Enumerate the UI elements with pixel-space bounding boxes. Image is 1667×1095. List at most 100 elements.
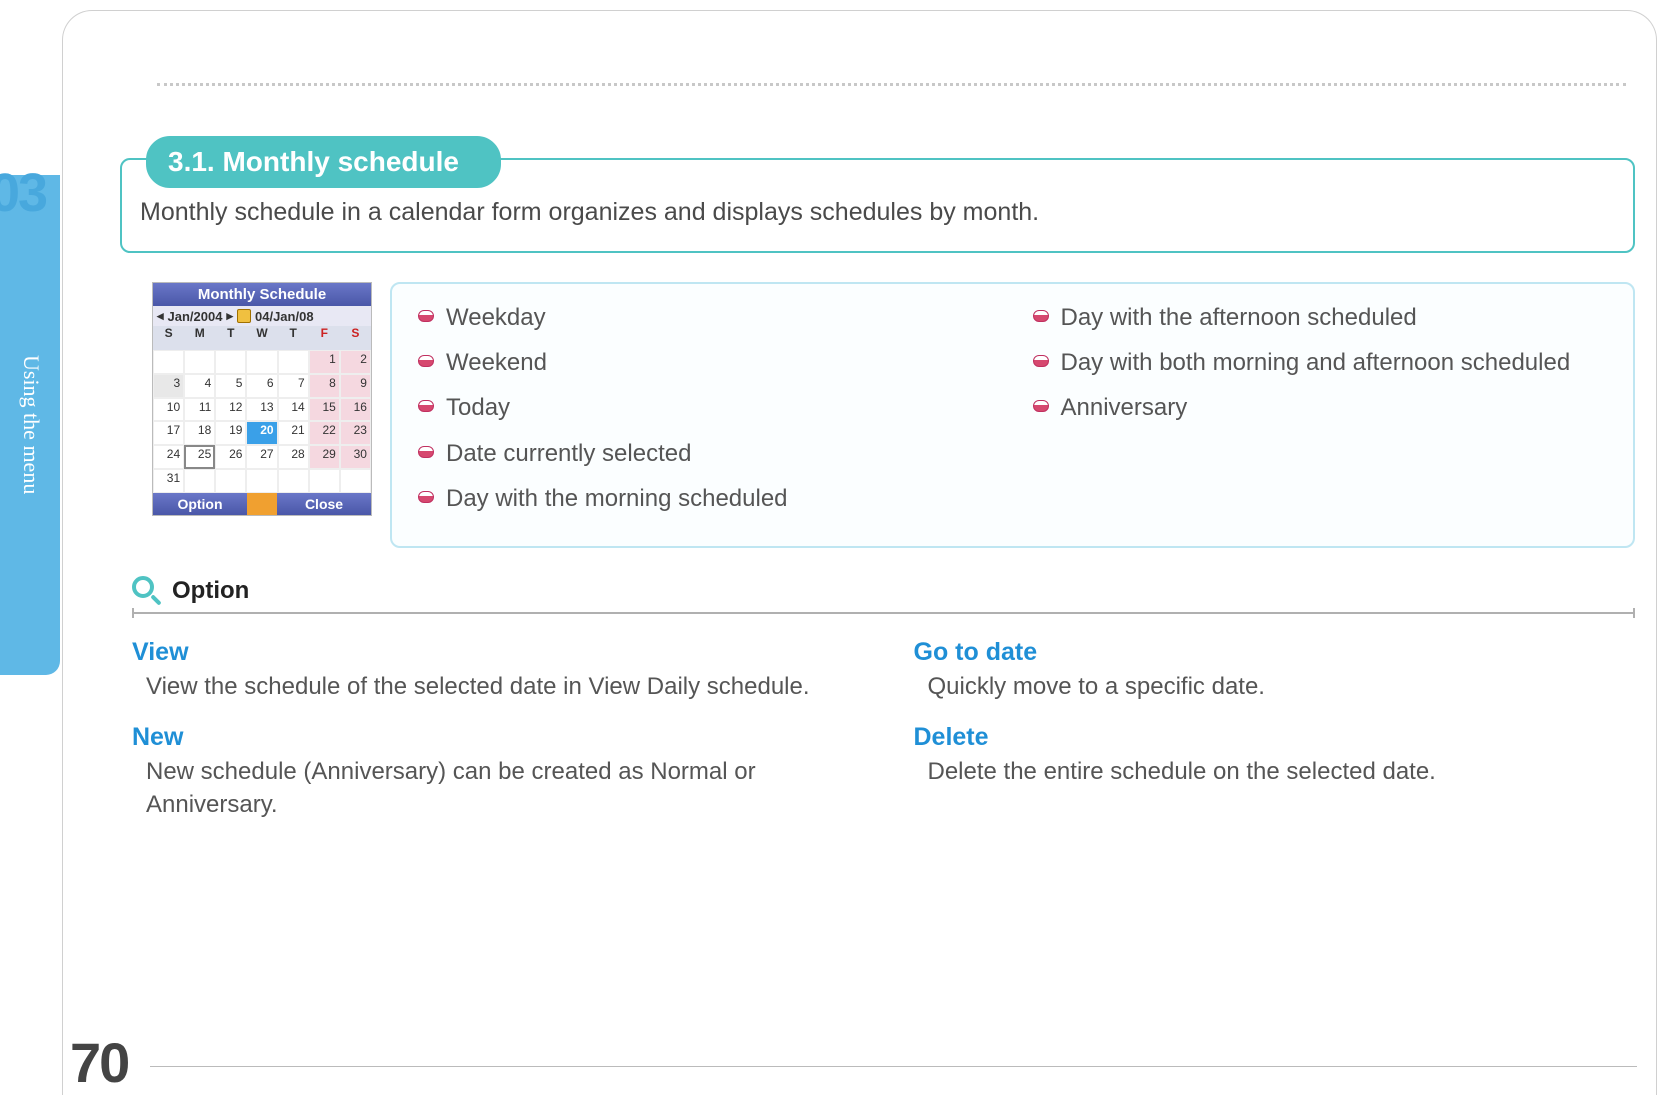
option-item-title: View (132, 638, 854, 667)
cal-cell: 2 (340, 350, 371, 374)
cal-cell-selected: 20 (246, 421, 277, 445)
cal-cell (184, 469, 215, 493)
cal-cell (246, 469, 277, 493)
legend-label: Weekday (446, 302, 546, 333)
legend-item: Weekend (418, 347, 993, 378)
weekday-head: S (340, 326, 371, 350)
option-item-body: View the schedule of the selected date i… (132, 671, 854, 703)
softkey-middle-icon (247, 493, 277, 515)
option-item-title: New (132, 723, 854, 752)
weekday-head: T (278, 326, 309, 350)
triangle-right-icon: ▸ (226, 308, 233, 324)
cal-cell: 5 (215, 374, 246, 398)
cal-cell: 17 (153, 421, 184, 445)
option-item: Go to date Quickly move to a specific da… (914, 638, 1636, 703)
section-description: Monthly schedule in a calendar form orga… (140, 198, 1615, 227)
page-number: 70 (70, 1030, 128, 1095)
legend-row: Monthly Schedule ◂ Jan/2004 ▸ 04/Jan/08 … (152, 282, 1635, 548)
bullet-icon (1033, 355, 1049, 367)
legend-col-left: Weekday Weekend Today Date currently sel… (418, 302, 993, 528)
bullet-icon (418, 355, 434, 367)
cal-cell: 12 (215, 398, 246, 422)
legend-item: Today (418, 392, 993, 423)
legend-col-right: Day with the afternoon scheduled Day wit… (1033, 302, 1608, 528)
legend-label: Weekend (446, 347, 547, 378)
option-columns: View View the schedule of the selected d… (132, 638, 1635, 841)
cal-cell: 24 (153, 445, 184, 469)
phone-screenshot: Monthly Schedule ◂ Jan/2004 ▸ 04/Jan/08 … (152, 282, 372, 516)
weekday-head: W (246, 326, 277, 350)
cal-cell: 14 (278, 398, 309, 422)
cal-cell (246, 350, 277, 374)
option-col-left: View View the schedule of the selected d… (132, 638, 854, 841)
cal-cell: 29 (309, 445, 340, 469)
option-item: Delete Delete the entire schedule on the… (914, 723, 1636, 788)
option-item: View View the schedule of the selected d… (132, 638, 854, 703)
option-item-title: Delete (914, 723, 1636, 752)
chapter-number: 03 (0, 162, 46, 224)
weekday-head: T (215, 326, 246, 350)
legend-label: Anniversary (1061, 392, 1188, 423)
cal-cell: 9 (340, 374, 371, 398)
phone-calendar-grid: S M T W T F S 1 2 3 4 5 6 7 8 9 10 11 12… (153, 326, 371, 493)
legend-item: Anniversary (1033, 392, 1608, 423)
cal-cell: 16 (340, 398, 371, 422)
option-header: Option (132, 576, 1635, 614)
legend-label: Day with the morning scheduled (446, 483, 788, 514)
cal-cell: 23 (340, 421, 371, 445)
cal-cell: 13 (246, 398, 277, 422)
cal-cell: 4 (184, 374, 215, 398)
cal-cell: 19 (215, 421, 246, 445)
legend-label: Day with both morning and afternoon sche… (1061, 347, 1571, 378)
option-item-body: Delete the entire schedule on the select… (914, 756, 1636, 788)
cal-cell: 21 (278, 421, 309, 445)
legend-label: Date currently selected (446, 438, 691, 469)
cal-cell: 11 (184, 398, 215, 422)
weekday-head: M (184, 326, 215, 350)
chapter-title: Using the menu (18, 355, 44, 494)
weekday-head: S (153, 326, 184, 350)
footer-rule (150, 1066, 1637, 1067)
cal-cell: 3 (153, 374, 184, 398)
legend-item: Date currently selected (418, 438, 993, 469)
legend-item: Day with the morning scheduled (418, 483, 993, 514)
legend-item: Day with both morning and afternoon sche… (1033, 347, 1608, 378)
cal-cell: 30 (340, 445, 371, 469)
weekday-head: F (309, 326, 340, 350)
cal-cell (215, 469, 246, 493)
cal-cell: 6 (246, 374, 277, 398)
cal-cell: 18 (184, 421, 215, 445)
cal-cell: 7 (278, 374, 309, 398)
cal-cell: 26 (215, 445, 246, 469)
cal-cell (309, 469, 340, 493)
magnifier-icon (132, 576, 162, 606)
option-title: Option (172, 577, 249, 605)
phone-title-bar: Monthly Schedule (153, 283, 371, 306)
legend-item: Day with the afternoon scheduled (1033, 302, 1608, 333)
cal-cell (184, 350, 215, 374)
option-item-title: Go to date (914, 638, 1636, 667)
option-item-body: New schedule (Anniversary) can be create… (132, 756, 854, 821)
cal-cell: 8 (309, 374, 340, 398)
section-box: 3.1. Monthly schedule Monthly schedule i… (120, 158, 1635, 253)
dotted-divider (157, 83, 1626, 86)
phone-date-label: 04/Jan/08 (255, 309, 314, 324)
legend-item: Weekday (418, 302, 993, 333)
cal-cell (153, 350, 184, 374)
option-col-right: Go to date Quickly move to a specific da… (914, 638, 1636, 841)
cal-cell: 1 (309, 350, 340, 374)
softkey-right: Close (277, 493, 371, 515)
cal-cell (278, 469, 309, 493)
cal-cell: 31 (153, 469, 184, 493)
option-section: Option View View the schedule of the sel… (132, 576, 1635, 841)
legend-label: Day with the afternoon scheduled (1061, 302, 1417, 333)
phone-date-row: ◂ Jan/2004 ▸ 04/Jan/08 (153, 306, 371, 326)
bullet-icon (418, 310, 434, 322)
cal-cell: 15 (309, 398, 340, 422)
bullet-icon (418, 491, 434, 503)
bullet-icon (1033, 400, 1049, 412)
bullet-icon (1033, 310, 1049, 322)
legend-box: Weekday Weekend Today Date currently sel… (390, 282, 1635, 548)
bullet-icon (418, 446, 434, 458)
cal-cell: 27 (246, 445, 277, 469)
